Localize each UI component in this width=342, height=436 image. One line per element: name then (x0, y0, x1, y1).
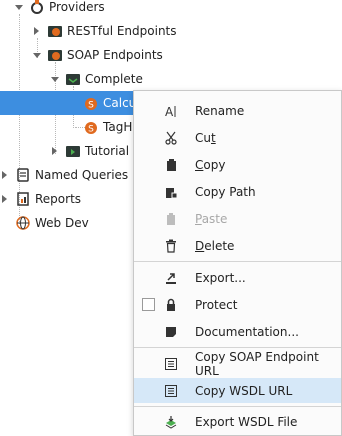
context-menu: A Rename Cut Copy Copy Path Paste Delete (133, 90, 342, 436)
tree-item-label: Complete (85, 72, 143, 86)
tree-item-named-queries[interactable]: Named Queries (0, 163, 128, 187)
menu-item-label: Copy WSDL URL (195, 383, 293, 398)
tree-item-label: RESTful Endpoints (67, 24, 177, 38)
menu-item-cut[interactable]: Cut (134, 125, 341, 150)
tree-item-label: Named Queries (35, 168, 129, 182)
scissors-icon (164, 131, 178, 145)
expand-toggle[interactable] (0, 195, 9, 204)
menu-item-label: Cut (195, 130, 216, 145)
protect-checkbox[interactable] (142, 298, 155, 311)
svg-text:A: A (165, 105, 174, 118)
rename-icon: A (164, 104, 178, 118)
menu-item-protect[interactable]: Protect (134, 292, 341, 317)
tree-item-label: Calcu (103, 96, 137, 110)
expand-toggle[interactable] (50, 147, 59, 156)
soap-url-icon (164, 357, 178, 371)
lock-icon (164, 298, 178, 312)
globe-icon (16, 216, 30, 230)
soap-service-icon: S (85, 122, 97, 135)
tree-item-reports[interactable]: Reports (0, 187, 81, 211)
endpoints-folder-icon (48, 50, 62, 61)
menu-item-copy[interactable]: Copy (134, 152, 341, 177)
expand-toggle[interactable] (50, 75, 59, 84)
tree-item-providers[interactable]: Providers (14, 0, 105, 19)
endpoints-folder-icon (48, 26, 62, 37)
menu-item-copy-path[interactable]: Copy Path (134, 179, 341, 204)
menu-separator (134, 406, 341, 407)
tree-item-label: Providers (49, 0, 105, 14)
expand-toggle[interactable] (32, 51, 41, 60)
tree-item-taghistory[interactable]: S TagHi (83, 115, 136, 139)
menu-item-label: Delete (195, 238, 235, 253)
svg-text:S: S (88, 125, 94, 135)
trash-icon (164, 239, 178, 253)
copy-path-icon (164, 185, 178, 199)
tree-item-label: Web Dev (35, 216, 89, 230)
menu-item-documentation[interactable]: Documentation... (134, 319, 341, 344)
expand-toggle[interactable] (14, 3, 23, 12)
tree-item-soap-endpoints[interactable]: SOAP Endpoints (32, 43, 163, 67)
menu-item-label: Copy Path (195, 184, 256, 199)
menu-item-paste[interactable]: Paste (134, 206, 341, 231)
menu-item-label: Rename (195, 103, 245, 118)
tree-item-complete[interactable]: Complete (50, 67, 143, 91)
menu-item-copy-soap-endpoint-url[interactable]: Copy SOAP Endpoint URL (134, 349, 341, 378)
tree-item-restful-endpoints[interactable]: RESTful Endpoints (32, 19, 177, 43)
menu-item-label: Documentation... (195, 324, 299, 339)
tree-item-label: TagHi (103, 120, 136, 134)
menu-item-delete[interactable]: Delete (134, 233, 341, 258)
menu-item-label: Paste (195, 211, 228, 226)
paste-icon (164, 212, 178, 226)
folder-icon (66, 74, 80, 85)
report-icon (17, 192, 29, 206)
database-icon (17, 168, 29, 182)
tree-item-label: Tutorial (85, 144, 130, 158)
menu-item-export[interactable]: Export... (134, 265, 341, 290)
menu-item-rename[interactable]: A Rename (134, 98, 341, 123)
menu-item-label: Export... (195, 270, 246, 285)
folder-icon (66, 146, 80, 157)
menu-item-label: Copy SOAP Endpoint URL (195, 349, 319, 378)
wsdl-url-icon (164, 384, 178, 398)
tree-item-tutorial[interactable]: Tutorial (50, 139, 129, 163)
menu-item-copy-wsdl-url[interactable]: Copy WSDL URL (134, 378, 341, 403)
export-icon (164, 271, 178, 285)
tree-item-label: SOAP Endpoints (67, 48, 163, 62)
document-icon (164, 325, 178, 339)
expand-toggle[interactable] (0, 171, 9, 180)
menu-item-label: Export WSDL File (195, 414, 298, 429)
tree-item-label: Reports (35, 192, 82, 206)
menu-item-export-wsdl-file[interactable]: Export WSDL File (134, 409, 341, 434)
menu-item-label: Protect (195, 297, 238, 312)
tree-item-web-dev[interactable]: Web Dev (15, 211, 89, 235)
soap-service-icon: S (85, 98, 97, 111)
export-file-icon (164, 415, 178, 429)
copy-icon (164, 158, 178, 172)
menu-separator (134, 347, 341, 348)
expand-toggle[interactable] (32, 27, 41, 36)
menu-separator (134, 261, 341, 262)
menu-item-label: Copy (195, 157, 226, 172)
providers-icon (31, 0, 43, 14)
svg-text:S: S (88, 101, 94, 111)
